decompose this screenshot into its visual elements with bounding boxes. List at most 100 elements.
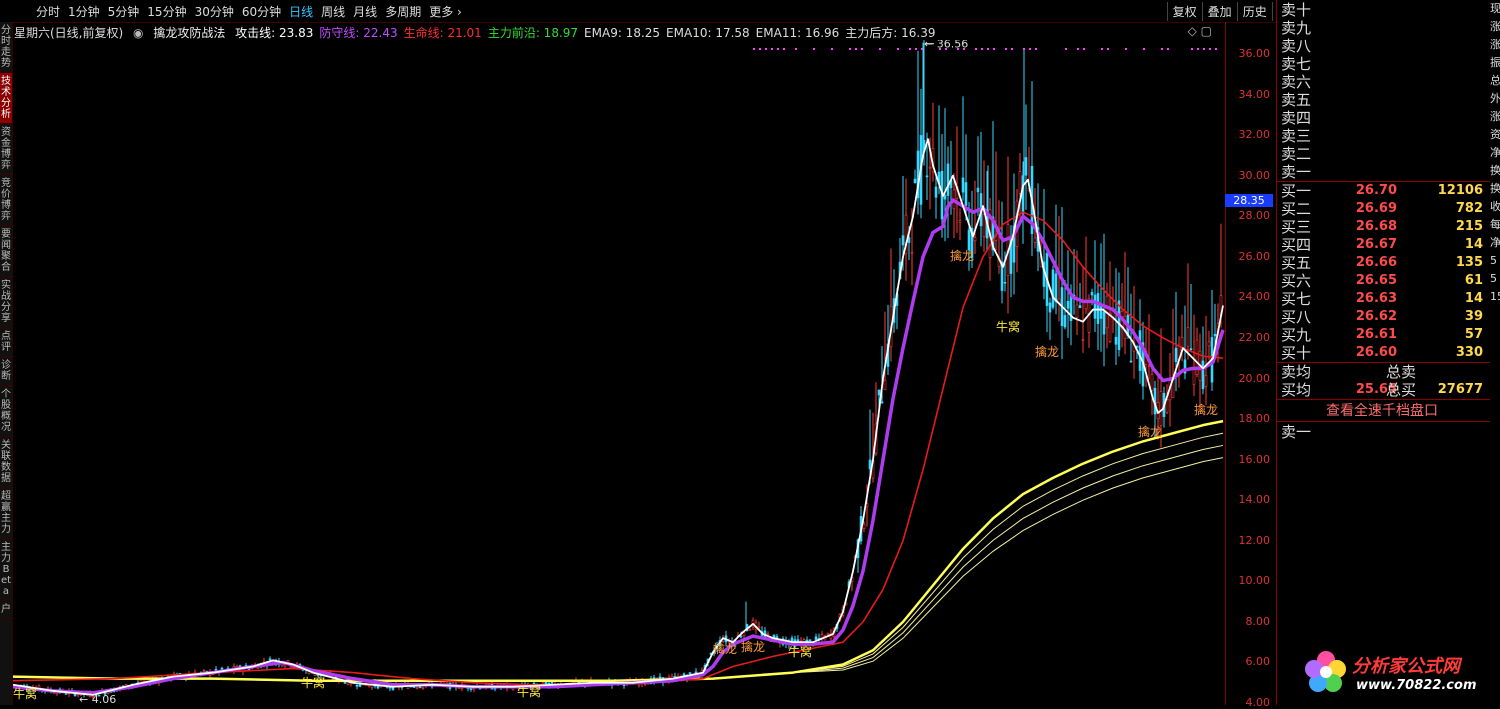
candle: [1207, 330, 1211, 360]
left-tab[interactable]: 个股概况: [0, 386, 12, 437]
candle: [1192, 314, 1196, 397]
left-tab[interactable]: 技术分析: [0, 73, 12, 124]
candles: [13, 40, 1223, 700]
indicator-value: EMA11: 16.96: [755, 26, 840, 40]
sell-level-label: 卖六: [1281, 73, 1312, 91]
sell-level[interactable]: 卖一: [1281, 163, 1487, 181]
buy-level-volume: 61: [1464, 273, 1483, 288]
sell-level[interactable]: 卖九: [1281, 19, 1487, 37]
sell-level[interactable]: 卖七: [1281, 55, 1487, 73]
left-tab[interactable]: 户: [0, 601, 12, 619]
tick-row: 卖一: [1281, 423, 1487, 441]
buy-level[interactable]: 买三 26.68 215: [1281, 218, 1487, 236]
buy-level-volume: 215: [1455, 219, 1483, 234]
price-chart[interactable]: ← 36.56← 4.06牛窝牛窝牛窝擒龙 擒龙 牛窝擒龙牛窝擒龙擒龙擒龙: [13, 40, 1225, 705]
sell-level[interactable]: 卖六: [1281, 73, 1487, 91]
period-tab[interactable]: 周线: [321, 3, 345, 20]
period-tab[interactable]: 分时: [36, 3, 60, 20]
candle: [1201, 326, 1205, 395]
sell-level[interactable]: 卖五: [1281, 91, 1487, 109]
tool-button[interactable]: 历史: [1236, 2, 1272, 21]
signal-label: 擒龙: [741, 639, 765, 654]
deep-orderbook-button[interactable]: 查看全速千档盘口: [1297, 400, 1467, 420]
left-tab[interactable]: 主力Beta: [0, 539, 12, 601]
candle: [973, 180, 977, 255]
sell-level[interactable]: 卖十: [1281, 1, 1487, 19]
buy-level[interactable]: 买五 26.66 135: [1281, 254, 1487, 272]
sell-level[interactable]: 卖四: [1281, 109, 1487, 127]
buy-level-label: 买二: [1281, 200, 1312, 218]
divider: [1277, 421, 1491, 422]
candle: [1147, 314, 1151, 380]
indicator-value: 主力后方: 16.39: [845, 26, 936, 40]
left-tab[interactable]: 分时走势: [0, 22, 12, 73]
strip-label: 涨: [1490, 38, 1500, 51]
buy-level[interactable]: 买六 26.65 61: [1281, 272, 1487, 290]
tool-button[interactable]: 叠加: [1201, 2, 1237, 21]
candle: [1075, 250, 1079, 336]
strip-label: 总: [1490, 74, 1500, 87]
total-sell-label: 总卖: [1386, 363, 1417, 381]
left-tab[interactable]: 要闻聚合: [0, 226, 12, 277]
period-tab[interactable]: 月线: [353, 3, 377, 20]
buy-level-price: 26.69: [1355, 201, 1397, 216]
left-tab[interactable]: 超赢主力: [0, 488, 12, 539]
buy-level[interactable]: 买七 26.63 14: [1281, 290, 1487, 308]
left-tab[interactable]: 诊断: [0, 357, 12, 386]
left-tab[interactable]: 点评: [0, 328, 12, 357]
buy-level-label: 买八: [1281, 308, 1312, 326]
left-tab[interactable]: 实战分享: [0, 277, 12, 328]
buy-level[interactable]: 买二 26.69 782: [1281, 200, 1487, 218]
candle: [919, 88, 923, 219]
strip-label: 15: [1490, 290, 1500, 303]
strip-label: 涨: [1490, 110, 1500, 123]
left-tab[interactable]: 竞价博弈: [0, 175, 12, 226]
candle: [904, 178, 908, 281]
sell-level-label: 卖九: [1281, 19, 1312, 37]
period-tab[interactable]: 60分钟: [242, 3, 281, 20]
period-tab[interactable]: 5分钟: [108, 3, 140, 20]
candle: [1123, 251, 1127, 355]
buy-level-volume: 135: [1455, 255, 1483, 270]
buy-level[interactable]: 买九 26.61 57: [1281, 326, 1487, 344]
buy-level-label: 买七: [1281, 290, 1312, 308]
strip-label: 收: [1490, 200, 1500, 213]
trough-label: ← 4.06: [79, 693, 116, 705]
indicator-name[interactable]: 擒龙攻防战法: [153, 26, 225, 40]
period-tab[interactable]: 30分钟: [195, 3, 234, 20]
ema-line: [13, 457, 1224, 682]
left-tab[interactable]: 关联数据: [0, 437, 12, 488]
buy-level[interactable]: 买一 26.70 12106: [1281, 182, 1487, 200]
price-tick: 24.00: [1238, 290, 1271, 304]
sell-level[interactable]: 卖八: [1281, 37, 1487, 55]
candle: [1024, 104, 1028, 210]
sell-level-label: 卖八: [1281, 37, 1312, 55]
left-tab[interactable]: 资金博弈: [0, 124, 12, 175]
watermark-logo: 分析家公式网 www.70822.com: [1298, 646, 1494, 702]
candle: [421, 686, 425, 690]
settings-icon[interactable]: ◇ ▢: [1188, 24, 1212, 38]
tool-button[interactable]: 复权: [1166, 2, 1202, 21]
signal-label: 牛窝: [996, 319, 1020, 334]
indicator-dropdown-icon[interactable]: ◉: [133, 26, 143, 40]
candle: [1048, 297, 1052, 340]
period-tab[interactable]: 日线: [289, 3, 313, 20]
indicator-value: 攻击线: 23.83: [235, 26, 314, 40]
period-tab[interactable]: 更多 ›: [429, 3, 462, 20]
buy-level[interactable]: 买八 26.62 39: [1281, 308, 1487, 326]
sell-level[interactable]: 卖三: [1281, 127, 1487, 145]
buy-level[interactable]: 买四 26.67 14: [1281, 236, 1487, 254]
buy-level[interactable]: 买十 26.60 330: [1281, 344, 1487, 362]
signal-label: 擒龙: [713, 641, 737, 656]
sell-level[interactable]: 卖二: [1281, 145, 1487, 163]
period-tab[interactable]: 1分钟: [68, 3, 100, 20]
price-tick: 36.00: [1238, 47, 1271, 60]
candle: [415, 686, 419, 690]
period-tab[interactable]: 多周期: [385, 3, 421, 20]
period-tab[interactable]: 15分钟: [147, 3, 186, 20]
signal-label: 擒龙: [1194, 402, 1218, 417]
sell-level-label: 卖七: [1281, 55, 1312, 73]
candle: [1120, 282, 1124, 348]
strip-label: 换: [1490, 164, 1500, 177]
strip-label: 净: [1490, 146, 1500, 159]
